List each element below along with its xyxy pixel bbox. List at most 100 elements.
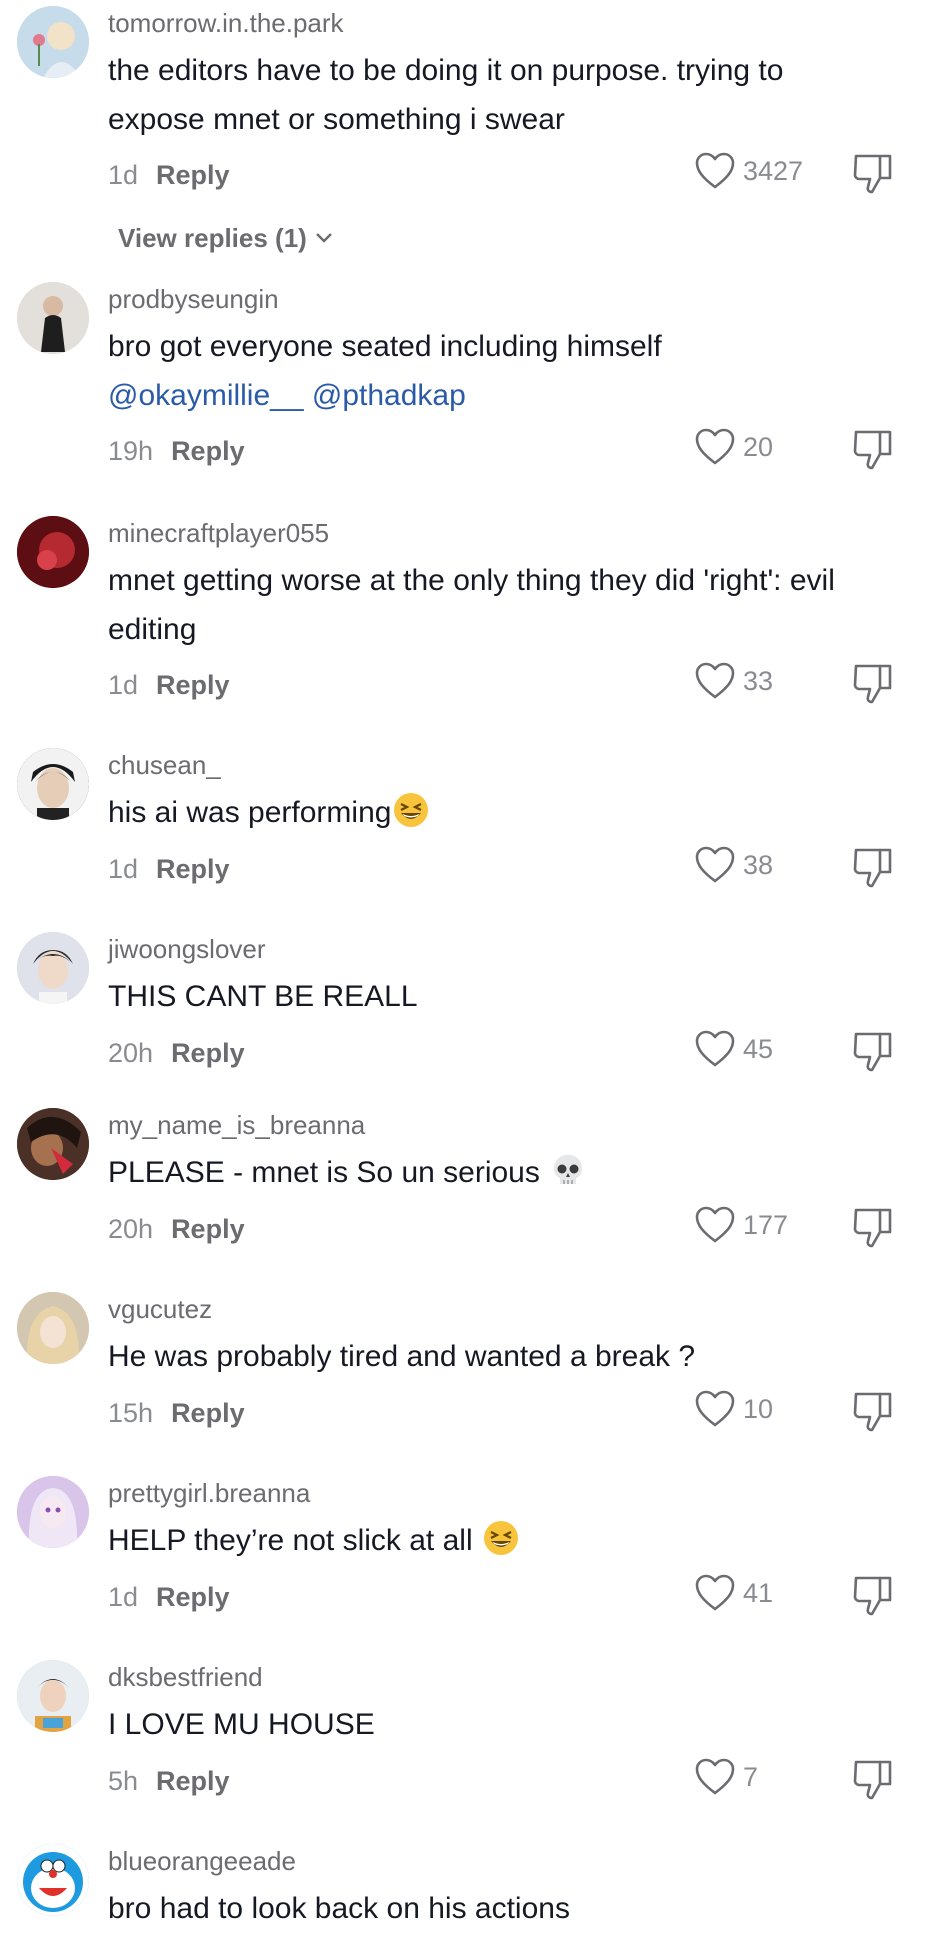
like-count: 177 (743, 1210, 789, 1240)
heart-outline-icon (695, 1758, 735, 1795)
comment-time: 5h (108, 1766, 139, 1796)
like-button[interactable]: 7 (695, 1756, 835, 1800)
comment-username[interactable]: chusean_ (108, 750, 221, 780)
avatar[interactable] (17, 1292, 89, 1364)
comment-username[interactable]: vgucutez (108, 1294, 212, 1324)
thumbs-down-icon (853, 1032, 892, 1072)
like-button[interactable]: 38 (695, 844, 835, 888)
heart-outline-icon (695, 152, 735, 189)
comment-time: 1d (108, 670, 139, 700)
like-count: 38 (743, 850, 774, 880)
heart-outline-icon (695, 1574, 735, 1611)
comment-meta: 1d Reply (108, 854, 230, 884)
comment-meta: 5h Reply (108, 1766, 230, 1796)
grinning-squinting-face-icon (394, 793, 429, 827)
reply-button[interactable]: Reply (171, 1398, 245, 1428)
comment-time: 1d (108, 1582, 139, 1612)
comment-meta: 15h Reply (108, 1398, 245, 1428)
comment-username[interactable]: jiwoongslover (108, 934, 266, 964)
like-count: 41 (743, 1578, 774, 1608)
comment-text: PLEASE - mnet is So un serious (108, 1148, 878, 1197)
avatar[interactable] (17, 1476, 89, 1548)
dislike-button[interactable] (852, 1758, 894, 1802)
comment-meta: 1d Reply (108, 160, 230, 190)
dislike-button[interactable] (852, 1574, 894, 1618)
avatar[interactable] (17, 748, 89, 820)
reply-button[interactable]: Reply (156, 854, 230, 884)
dislike-button[interactable] (852, 1206, 894, 1250)
reply-button[interactable]: Reply (171, 436, 245, 466)
like-button[interactable]: 3427 (695, 150, 835, 194)
heart-outline-icon (695, 428, 735, 465)
like-button[interactable]: 20 (695, 426, 835, 470)
dislike-button[interactable] (852, 1390, 894, 1434)
comment-username[interactable]: blueorangeeade (108, 1846, 296, 1876)
comment-time: 20h (108, 1038, 154, 1068)
view-replies-button[interactable]: View replies (1) (118, 220, 333, 254)
like-button[interactable]: 10 (695, 1388, 835, 1432)
dislike-button[interactable] (852, 662, 894, 706)
comment-username[interactable]: minecraftplayer055 (108, 518, 329, 548)
comment-mentions[interactable]: @okaymillie__ @pthadkap (108, 371, 878, 420)
like-button[interactable]: 41 (695, 1572, 835, 1616)
reply-button[interactable]: Reply (156, 160, 230, 190)
avatar[interactable] (17, 6, 89, 78)
comment-text: HELP they’re not slick at all (108, 1516, 878, 1565)
comment-meta: 1d Reply (108, 1582, 230, 1612)
avatar[interactable] (17, 1108, 89, 1180)
reply-button[interactable]: Reply (156, 670, 230, 700)
comment-username[interactable]: prettygirl.breanna (108, 1478, 310, 1508)
avatar[interactable] (17, 282, 89, 354)
comment-time: 1d (108, 160, 139, 190)
comment-username[interactable]: dksbestfriend (108, 1662, 263, 1692)
comment-text: the editors have to be doing it on purpo… (108, 54, 784, 136)
dislike-button[interactable] (852, 428, 894, 472)
heart-outline-icon (695, 1030, 735, 1067)
heart-outline-icon (695, 1206, 735, 1243)
like-count: 20 (743, 432, 774, 462)
thumbs-down-icon (853, 848, 892, 888)
comment-username[interactable]: tomorrow.in.the.park (108, 8, 344, 38)
avatar[interactable] (17, 932, 89, 1004)
comment-text: THIS CANT BE REALL (108, 980, 418, 1013)
reply-button[interactable]: Reply (171, 1214, 245, 1244)
comment-time: 1d (108, 854, 139, 884)
thumbs-down-icon (853, 1576, 892, 1616)
comment-meta: 19h Reply (108, 436, 245, 466)
avatar[interactable] (17, 1660, 89, 1732)
comment-text: his ai was performing (108, 788, 878, 837)
like-count: 7 (743, 1762, 759, 1792)
comment-text: He was probably tired and wanted a break… (108, 1340, 696, 1373)
skull-icon (554, 1155, 583, 1184)
dislike-button[interactable] (852, 846, 894, 890)
comment-text: bro had to look back on his actions (108, 1892, 570, 1925)
avatar[interactable] (17, 1844, 89, 1916)
dislike-button[interactable] (852, 1030, 894, 1074)
thumbs-down-icon (853, 1392, 892, 1432)
like-button[interactable]: 45 (695, 1028, 835, 1072)
reply-button[interactable]: Reply (171, 1038, 245, 1068)
comment-time: 20h (108, 1214, 154, 1244)
heart-outline-icon (695, 662, 735, 699)
heart-outline-icon (695, 1390, 735, 1427)
chevron-down-icon (315, 220, 333, 251)
like-button[interactable]: 177 (695, 1204, 835, 1248)
comment-meta: 20h Reply (108, 1038, 245, 1068)
dislike-button[interactable] (852, 152, 894, 196)
thumbs-down-icon (853, 154, 892, 194)
reply-button[interactable]: Reply (156, 1766, 230, 1796)
like-count: 3427 (743, 156, 804, 186)
heart-outline-icon (695, 846, 735, 883)
comment-username[interactable]: prodbyseungin (108, 284, 279, 314)
like-button[interactable]: 33 (695, 660, 835, 704)
grinning-squinting-face-icon (483, 1521, 518, 1555)
thumbs-down-icon (853, 664, 892, 704)
comment-meta: 1d Reply (108, 670, 230, 700)
comment-time: 15h (108, 1398, 154, 1428)
avatar[interactable] (17, 516, 89, 588)
thumbs-down-icon (853, 1208, 892, 1248)
comment-text: mnet getting worse at the only thing the… (108, 564, 835, 646)
reply-button[interactable]: Reply (156, 1582, 230, 1612)
like-count: 33 (743, 666, 774, 696)
comment-username[interactable]: my_name_is_breanna (108, 1110, 365, 1140)
